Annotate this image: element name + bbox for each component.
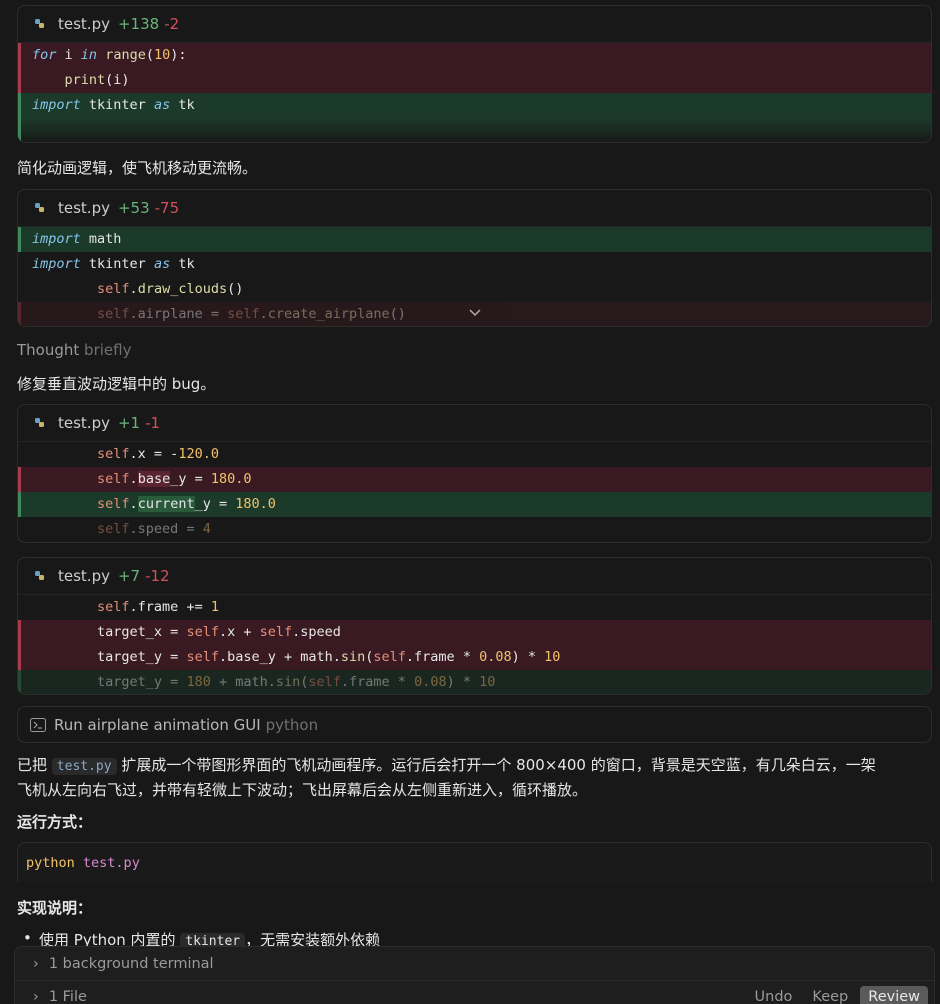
diff-card-1[interactable]: test.py +138 -2 for i in range(10): prin… <box>17 5 932 143</box>
diff-card-2[interactable]: test.py +53 -75 import math import tkint… <box>17 189 932 327</box>
diff-header[interactable]: test.py +7 -12 <box>18 558 931 595</box>
code-line: for i in range(10): <box>18 43 931 68</box>
added-count: +138 <box>117 15 160 33</box>
chevron-right-icon: › <box>33 955 39 972</box>
code-line: self.current_y = 180.0 <box>18 492 931 517</box>
chevron-right-icon: › <box>33 989 39 1004</box>
background-terminals-label: 1 background terminal <box>48 955 214 972</box>
code-line: target_y = 180 + math.sin(self.frame * 0… <box>18 670 931 694</box>
run-cmd-python: python <box>26 855 75 871</box>
code-line: target_y = self.base_y + math.sin(self.f… <box>18 645 931 670</box>
chevron-down-icon[interactable] <box>468 308 482 318</box>
added-count: +7 <box>117 567 141 585</box>
review-button[interactable]: Review <box>860 986 928 1004</box>
diff-filename: test.py <box>58 199 110 217</box>
code-lines: self.frame += 1 target_x = self.x + self… <box>18 595 931 694</box>
diff-card-4[interactable]: test.py +7 -12 self.frame += 1 target_x … <box>17 557 932 695</box>
code-line: self.draw_clouds() <box>97 281 244 297</box>
diff-filename: test.py <box>58 567 110 585</box>
bottom-panel: › 1 background terminal › 1 File Undo Ke… <box>14 946 935 1004</box>
python-icon <box>35 418 44 427</box>
code-line: target_x = self.x + self.speed <box>18 620 931 645</box>
files-label: 1 File <box>48 989 87 1004</box>
removed-count: -12 <box>145 567 170 585</box>
run-heading: 运行方式： <box>17 813 93 831</box>
file-actions: Undo Keep Review <box>747 986 934 1004</box>
background-terminals-row[interactable]: › 1 background terminal <box>15 947 934 980</box>
code-line: print(i) <box>18 68 931 93</box>
diff-header[interactable]: test.py +1 -1 <box>18 405 931 442</box>
code-line: self.speed = 4 <box>97 521 211 537</box>
bullet-dot: • <box>23 929 32 947</box>
summary-line-1: 已把 test.py 扩展成一个带图形界面的飞机动画程序。运行后会打开一个 80… <box>17 754 876 775</box>
run-code-block[interactable]: python test.py <box>17 842 932 882</box>
summary-code: test.py <box>51 758 117 775</box>
code-line <box>18 118 931 142</box>
code-line: import math <box>18 227 931 252</box>
python-icon <box>35 571 44 580</box>
added-count: +53 <box>117 199 150 217</box>
code-line: import tkinter as tk <box>32 256 195 272</box>
thought-duration: briefly <box>84 341 132 359</box>
removed-count: -75 <box>154 199 180 217</box>
undo-button[interactable]: Undo <box>747 986 801 1004</box>
code-lines: for i in range(10): print(i) import tkin… <box>18 43 931 142</box>
keep-button[interactable]: Keep <box>804 986 856 1004</box>
code-line: self.x = -120.0 <box>97 446 219 462</box>
diff-header[interactable]: test.py +53 -75 <box>18 190 931 227</box>
code-lines: self.x = -120.0 self.base_y = 180.0 self… <box>18 442 931 542</box>
removed-count: -2 <box>164 15 180 33</box>
python-icon <box>35 203 44 212</box>
terminal-run-row[interactable]: Run airplane animation GUI python <box>17 706 932 743</box>
code-line: import tkinter as tk <box>18 93 931 118</box>
diff-header[interactable]: test.py +138 -2 <box>18 6 931 43</box>
diff-filename: test.py <box>58 414 110 432</box>
thought-text: Thought <box>17 341 80 359</box>
terminal-label: Run airplane animation GUI <box>54 715 261 734</box>
code-line: self.frame += 1 <box>97 599 219 615</box>
files-row[interactable]: › 1 File Undo Keep Review <box>15 980 934 1004</box>
diff-filename: test.py <box>58 15 110 33</box>
run-cmd-file: test.py <box>82 855 140 871</box>
code-line: self.base_y = 180.0 <box>18 467 931 492</box>
added-count: +1 <box>117 414 141 432</box>
terminal-icon <box>30 717 46 732</box>
run-command: python test.py <box>18 843 931 882</box>
summary-prefix: 已把 <box>17 756 48 774</box>
terminal-lang: python <box>265 715 319 734</box>
summary-line-2: 飞机从左向右飞过，并带有轻微上下波动；飞出屏幕后会从左侧重新进入，循环播放。 <box>17 781 588 799</box>
message-1: 简化动画逻辑，使飞机移动更流畅。 <box>17 159 258 177</box>
summary-rest: 扩展成一个带图形界面的飞机动画程序。运行后会打开一个 800×400 的窗口，背… <box>121 756 876 774</box>
removed-count: -1 <box>145 414 161 432</box>
python-icon <box>35 19 44 28</box>
impl-heading: 实现说明： <box>17 899 93 917</box>
message-2: 修复垂直波动逻辑中的 bug。 <box>17 375 216 393</box>
thought-label[interactable]: Thought briefly <box>17 341 131 359</box>
diff-card-3[interactable]: test.py +1 -1 self.x = -120.0 self.base_… <box>17 404 932 543</box>
